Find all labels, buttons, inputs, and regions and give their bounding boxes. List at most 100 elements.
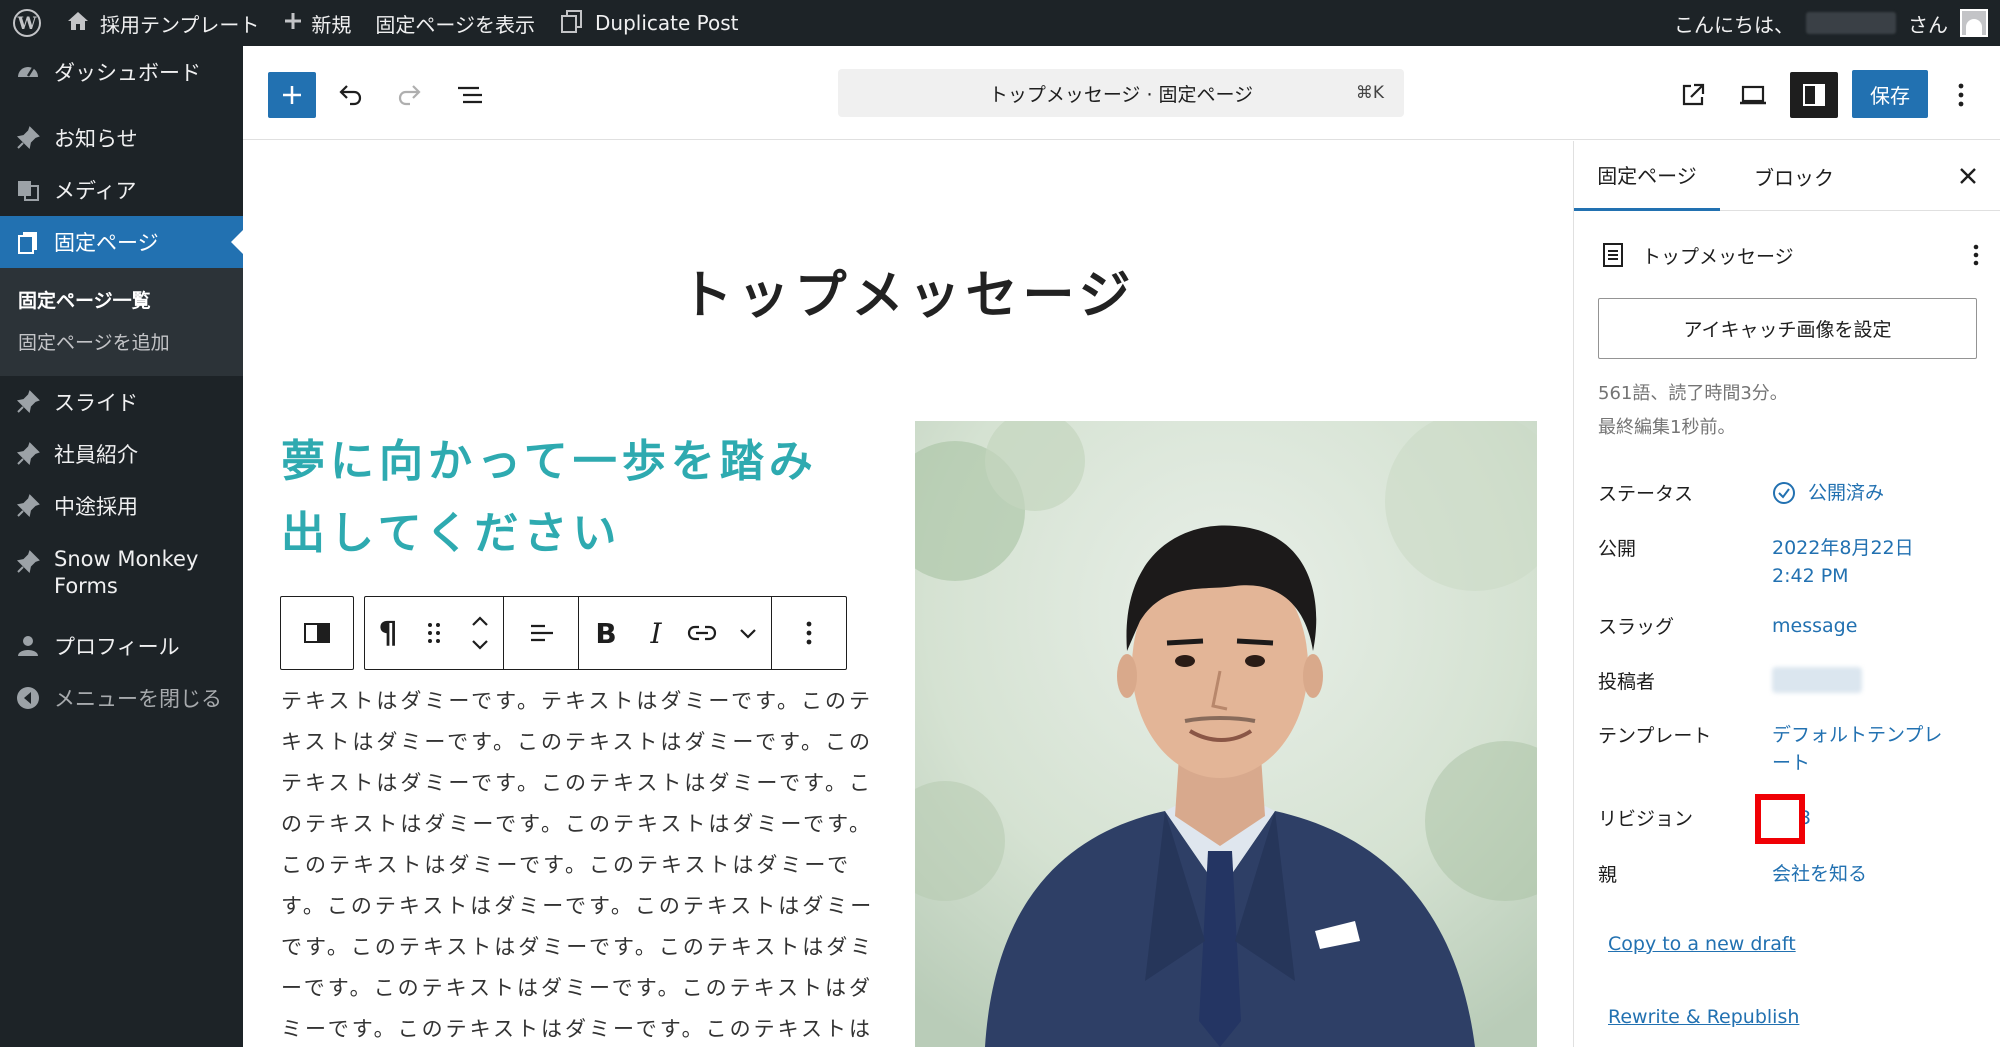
block-tools-group: ¶ B I [364, 596, 847, 670]
more-rich-text-button[interactable] [725, 597, 771, 669]
copy-to-new-draft-link[interactable]: Copy to a new draft [1608, 933, 1796, 955]
check-circle-icon [1773, 482, 1795, 504]
wordpress-logo-icon[interactable]: W [0, 0, 54, 46]
editor-toolbar: トップメッセージ · 固定ページ ⌘K 保存 [243, 46, 2000, 140]
admin-sidebar: ダッシュボード お知らせ メディア 固定ページ 固定ページ一覧 固定ページを追加… [0, 46, 243, 1047]
portrait-image[interactable] [915, 421, 1537, 1047]
vertical-ellipsis-icon [1958, 83, 1964, 107]
paragraph-block[interactable]: テキストはダミーです。テキストはダミーです。このテキストはダミーです。このテキス… [281, 681, 881, 1047]
submenu-add-page[interactable]: 固定ページを追加 [0, 320, 243, 362]
italic-button[interactable]: I [633, 597, 679, 669]
home-icon [66, 9, 90, 38]
dashboard-icon [14, 58, 42, 86]
undo-icon [339, 85, 362, 106]
block-inserter-button[interactable] [268, 72, 316, 118]
new-content-link[interactable]: 新規 [271, 0, 363, 46]
parent-value-button[interactable]: 会社を知る [1772, 860, 1867, 888]
pages-icon [14, 228, 42, 256]
paragraph-block-switcher[interactable]: ¶ [365, 597, 411, 669]
drag-handle[interactable] [411, 597, 457, 669]
admin-bar: W 採用テンプレート 新規 固定ページを表示 Duplicate Post こん… [0, 0, 2000, 46]
sidebar-item-staff[interactable]: 社員紹介 [0, 428, 243, 480]
save-button[interactable]: 保存 [1852, 70, 1928, 118]
chevron-up-down-icon [472, 616, 488, 650]
collapse-menu-button[interactable]: メニューを閉じる [0, 672, 243, 724]
last-edited: 最終編集1秒前。 [1598, 417, 1736, 438]
list-view-button[interactable] [447, 72, 493, 118]
slug-value-button[interactable]: message [1772, 612, 1857, 640]
svg-text:W: W [16, 14, 37, 34]
settings-sidebar: 固定ページ ブロック トップメッセージ アイキャッチ画像を設定 561語、読了時… [1573, 141, 2000, 1047]
duplicate-post-link[interactable]: Duplicate Post [547, 0, 751, 46]
heading-block[interactable]: 夢に向かって一歩を踏み出してください [281, 426, 841, 596]
plus-icon [283, 11, 303, 36]
select-parent-button[interactable] [281, 597, 353, 669]
preview-device-button[interactable] [1730, 72, 1776, 118]
command-center-button[interactable]: トップメッセージ · 固定ページ ⌘K [838, 69, 1404, 117]
site-name-link[interactable]: 採用テンプレート [54, 0, 271, 46]
sidebar-item-profile[interactable]: プロフィール [0, 620, 243, 672]
block-options-button[interactable] [772, 597, 846, 669]
user-icon [14, 632, 42, 660]
submenu-all-pages[interactable]: 固定ページ一覧 [0, 278, 243, 320]
sidebar-item-pages[interactable]: 固定ページ [0, 216, 243, 268]
sidebar-item-news[interactable]: お知らせ [0, 112, 243, 164]
rewrite-republish-link[interactable]: Rewrite & Republish [1608, 1006, 1799, 1028]
close-icon [1960, 168, 1976, 184]
page-title[interactable]: トップメッセージ [243, 253, 1573, 328]
tab-block[interactable]: ブロック [1739, 141, 1849, 211]
my-account-link[interactable]: こんにちは、 さん [1674, 0, 2000, 46]
undo-button[interactable] [327, 72, 373, 118]
close-settings-button[interactable] [1945, 153, 1991, 199]
status-value-button[interactable]: 公開済み [1772, 479, 1884, 507]
sidebar-item-forms[interactable]: Snow Monkey Forms [0, 532, 243, 612]
collapse-icon [14, 684, 42, 712]
drag-handle-icon [428, 623, 440, 643]
vertical-ellipsis-icon [1973, 244, 1979, 266]
username-blurred [1806, 12, 1896, 34]
template-value-button[interactable]: デフォルトテンプレ ート [1772, 721, 1942, 777]
sidebar-item-slides[interactable]: スライド [0, 376, 243, 428]
bold-button[interactable]: B [579, 597, 633, 669]
pin-icon [14, 124, 42, 152]
revision-highlight-box [1755, 794, 1805, 844]
redo-button[interactable] [387, 72, 433, 118]
duplicate-icon [559, 8, 585, 39]
options-menu-button[interactable] [1941, 72, 1981, 118]
list-view-icon [458, 86, 482, 104]
desktop-icon [1740, 85, 1766, 105]
document-meta: 561語、読了時間3分。 最終編集1秒前。 [1598, 377, 1788, 445]
sidebar-item-dashboard[interactable]: ダッシュボード [0, 46, 243, 98]
media-icon [14, 176, 42, 204]
block-toolbar: ¶ B I [280, 596, 847, 670]
align-left-icon [531, 624, 553, 642]
align-text-button[interactable] [504, 597, 578, 669]
view-page-link[interactable]: 固定ページを表示 [363, 0, 547, 46]
author-value-button[interactable] [1772, 667, 1862, 701]
plus-icon [283, 86, 301, 104]
publish-date-button[interactable]: 2022年8月22日 2:42 PM [1772, 534, 1914, 590]
document-actions-button[interactable] [1972, 237, 1980, 273]
word-count: 561語、読了時間3分。 [1598, 383, 1788, 404]
external-link-icon [1682, 83, 1705, 106]
vertical-ellipsis-icon [806, 621, 812, 645]
view-page-button[interactable] [1670, 72, 1716, 118]
block-parent-group [280, 596, 354, 670]
avatar [1960, 9, 1988, 37]
settings-panel-toggle[interactable] [1790, 72, 1838, 118]
redo-icon [398, 85, 421, 106]
move-up-down-buttons[interactable] [457, 597, 503, 669]
settings-tabs: 固定ページ ブロック [1574, 141, 2000, 211]
link-icon [687, 625, 717, 641]
document-summary: トップメッセージ [1600, 237, 1980, 273]
bold-icon: B [595, 616, 617, 650]
sidebar-item-media[interactable]: メディア [0, 164, 243, 216]
pilcrow-icon: ¶ [378, 615, 398, 651]
set-featured-image-button[interactable]: アイキャッチ画像を設定 [1598, 298, 1977, 359]
sidebar-panel-icon [1803, 84, 1825, 106]
tab-page[interactable]: 固定ページ [1574, 141, 1720, 211]
shortcut-hint: ⌘K [1355, 83, 1384, 103]
sidebar-item-midcareer[interactable]: 中途採用 [0, 480, 243, 532]
link-button[interactable] [679, 597, 725, 669]
pin-icon [14, 388, 42, 416]
